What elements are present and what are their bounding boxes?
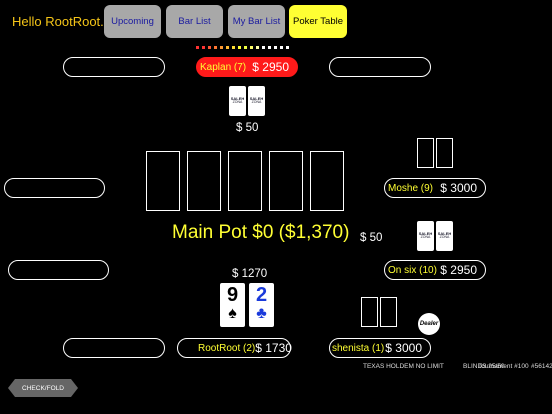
player-seat-kaplan[interactable]: Kaplan (7) $ 2950 — [196, 57, 298, 77]
empty-seat-left-upper[interactable] — [4, 178, 105, 198]
card-back: SALEH ZONA — [248, 86, 265, 116]
player-stack: $ 3000 — [385, 341, 422, 355]
card-back: SALEH ZONA — [436, 221, 453, 251]
player-seat-moshe[interactable]: Moshe (9) $ 3000 — [384, 178, 486, 198]
tab-upcoming[interactable]: Upcoming — [104, 5, 161, 38]
player-stack: $ 2950 — [252, 60, 289, 74]
hero-bet: $ 1270 — [232, 268, 268, 280]
card-rank: 2 — [255, 284, 268, 306]
player-seat-onsix[interactable]: On six (10) $ 2950 — [384, 260, 486, 280]
card-outline — [436, 138, 453, 168]
hand-number: #56142 — [531, 363, 552, 370]
empty-seat-top-left[interactable] — [63, 57, 165, 77]
hero-card-1: 9 ♠ — [220, 283, 245, 327]
player-stack: $ 2950 — [440, 263, 477, 277]
card-rank: 9 — [226, 284, 239, 306]
empty-seat-bottom-left[interactable] — [63, 338, 165, 358]
player-stack: $ 3000 — [440, 181, 477, 195]
empty-seat-left-lower[interactable] — [8, 260, 109, 280]
card-back: SALEH ZONA — [229, 86, 246, 116]
community-card-slot-1 — [146, 151, 180, 211]
kaplan-cards: SALEH ZONA SALEH ZONA — [229, 86, 265, 116]
player-name: Moshe (9) — [388, 182, 434, 194]
tab-my-bar-list[interactable]: My Bar List — [228, 5, 285, 38]
player-name: shenista (1) — [332, 342, 385, 354]
card-back: SALEH ZONA — [417, 221, 434, 251]
card-outline — [361, 297, 378, 327]
community-card-slot-5 — [310, 151, 344, 211]
player-name: RootRoot (2) — [198, 342, 256, 354]
game-type: TEXAS HOLDEM NO LIMIT — [363, 363, 444, 370]
tab-poker-table[interactable]: Poker Table — [289, 5, 347, 38]
kaplan-bet: $ 50 — [236, 122, 259, 134]
onsix-cards: SALEH ZONA SALEH ZONA — [417, 221, 453, 251]
moshe-cards — [417, 138, 453, 168]
card-outline — [417, 138, 434, 168]
onsix-bet: $ 50 — [360, 232, 383, 244]
shenista-cards — [361, 297, 397, 327]
spade-icon: ♠ — [228, 305, 237, 322]
player-name: Kaplan (7) — [200, 61, 247, 73]
empty-seat-top-right[interactable] — [329, 57, 431, 77]
check-fold-button[interactable]: CHECK/FOLD — [8, 379, 78, 397]
hero-card-2: 2 ♣ — [249, 283, 274, 327]
club-icon: ♣ — [256, 305, 267, 322]
dealer-button: Dealer — [418, 313, 440, 335]
tab-bar-list[interactable]: Bar List — [166, 5, 223, 38]
card-outline — [380, 297, 397, 327]
community-card-slot-2 — [187, 151, 221, 211]
tournament-info: Tournament #100 — [478, 363, 529, 370]
main-pot: Main Pot $0 ($1,370) — [172, 222, 350, 243]
greeting-text: Hello RootRoot. — [12, 14, 104, 29]
player-seat-hero[interactable]: RootRoot (2) $ 1730 — [177, 338, 292, 358]
turn-timer-dots — [196, 46, 289, 49]
player-name: On six (10) — [388, 264, 437, 276]
player-seat-shenista[interactable]: shenista (1) $ 3000 — [329, 338, 431, 358]
player-stack: $ 1730 — [255, 341, 292, 355]
community-card-slot-4 — [269, 151, 303, 211]
community-card-slot-3 — [228, 151, 262, 211]
